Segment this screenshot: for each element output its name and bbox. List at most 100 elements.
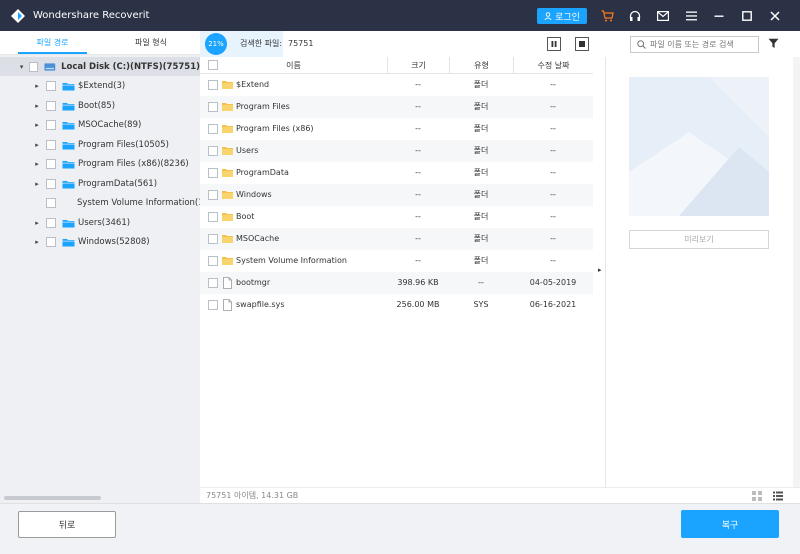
expand-icon[interactable]: ▸ xyxy=(33,238,41,246)
expand-icon[interactable]: ▸ xyxy=(33,82,41,90)
mail-icon[interactable] xyxy=(654,7,672,25)
folder-icon xyxy=(222,125,233,133)
file-name: swapfile.sys xyxy=(236,300,285,309)
preview-toggle-icon[interactable]: ▸ xyxy=(598,266,602,274)
column-header-size[interactable]: 크기 xyxy=(387,57,449,74)
tree-checkbox[interactable] xyxy=(29,61,39,72)
expand-icon[interactable]: ▸ xyxy=(33,102,41,110)
search-box[interactable] xyxy=(630,36,759,53)
tree-checkbox[interactable] xyxy=(46,217,56,228)
tab-file-type[interactable]: 파일 형식 xyxy=(115,31,187,55)
row-checkbox[interactable] xyxy=(208,212,218,222)
file-name: ProgramData xyxy=(236,168,289,177)
status-bar: 75751 아이템, 14.31 GB xyxy=(200,487,800,503)
file-size: -- xyxy=(415,212,421,221)
expand-icon[interactable]: ▸ xyxy=(33,160,41,168)
tree-node-folder[interactable]: ▸ Users(3461) xyxy=(0,213,130,232)
row-checkbox[interactable] xyxy=(208,256,218,266)
file-type: 폴더 xyxy=(473,80,489,89)
table-row[interactable]: MSOCache -- 폴더 -- xyxy=(200,228,593,250)
pause-button[interactable] xyxy=(547,37,561,51)
menu-icon[interactable] xyxy=(682,7,700,25)
table-row[interactable]: ProgramData -- 폴더 -- xyxy=(200,162,593,184)
file-size: -- xyxy=(415,168,421,177)
folder-icon xyxy=(222,213,233,221)
file-name: bootmgr xyxy=(236,278,271,287)
tree-horizontal-scrollbar[interactable] xyxy=(4,496,101,500)
progress-indicator: 21% xyxy=(205,33,227,55)
expand-icon[interactable]: ▸ xyxy=(33,121,41,129)
tree-node-folder[interactable]: System Volume Information(1) xyxy=(0,193,207,212)
tree-checkbox[interactable] xyxy=(46,139,56,150)
tree-label: Boot(85) xyxy=(78,100,116,111)
table-row[interactable]: Program Files -- 폴더 -- xyxy=(200,96,593,118)
maximize-icon[interactable] xyxy=(738,7,756,25)
tree-checkbox[interactable] xyxy=(46,80,56,91)
file-type: SYS xyxy=(473,300,489,309)
row-checkbox[interactable] xyxy=(208,234,218,244)
tree-node-local-disk[interactable]: ▾ Local Disk (C:)(NTFS)(75751) xyxy=(0,57,200,76)
stop-button[interactable] xyxy=(575,37,589,51)
grid-view-icon[interactable] xyxy=(752,491,762,501)
file-modified: -- xyxy=(550,80,556,89)
row-checkbox[interactable] xyxy=(208,278,218,288)
view-tabs: 파일 경로 파일 형식 xyxy=(0,31,200,55)
column-header-type[interactable]: 유형 xyxy=(449,57,513,74)
table-row[interactable]: $Extend -- 폴더 -- xyxy=(200,74,593,96)
tree-checkbox[interactable] xyxy=(46,236,56,247)
tree-node-folder[interactable]: ▸ MSOCache(89) xyxy=(0,115,141,134)
row-checkbox[interactable] xyxy=(208,124,218,134)
search-input[interactable] xyxy=(650,40,755,49)
login-button[interactable]: 로그인 xyxy=(537,8,587,24)
tree-checkbox[interactable] xyxy=(46,178,56,189)
row-checkbox[interactable] xyxy=(208,80,218,90)
table-row[interactable]: System Volume Information -- 폴더 -- xyxy=(200,250,593,272)
file-type: -- xyxy=(478,278,484,287)
preview-button[interactable]: 미리보기 xyxy=(629,230,769,249)
filter-icon[interactable] xyxy=(768,38,779,52)
tree-node-folder[interactable]: ▸ Program Files(10505) xyxy=(0,135,169,154)
tree-checkbox[interactable] xyxy=(46,100,56,111)
folder-icon xyxy=(62,160,75,168)
tree-label: Windows(52808) xyxy=(78,236,150,247)
tree-node-folder[interactable]: ▸ Windows(52808) xyxy=(0,232,150,251)
expand-icon[interactable]: ▸ xyxy=(33,141,41,149)
tree-node-folder[interactable]: ▸ $Extend(3) xyxy=(0,76,125,95)
table-row[interactable]: Windows -- 폴더 -- xyxy=(200,184,593,206)
close-icon[interactable] xyxy=(766,7,784,25)
back-button[interactable]: 뒤로 xyxy=(18,511,116,538)
found-files-count: 75751 xyxy=(288,39,314,48)
recover-button[interactable]: 복구 xyxy=(681,510,779,538)
table-row[interactable]: bootmgr 398.96 KB -- 04-05-2019 xyxy=(200,272,593,294)
tree-checkbox[interactable] xyxy=(46,197,56,208)
file-type: 폴더 xyxy=(473,124,489,133)
tree-node-folder[interactable]: ▸ Boot(85) xyxy=(0,96,115,115)
row-checkbox[interactable] xyxy=(208,168,218,178)
row-checkbox[interactable] xyxy=(208,146,218,156)
tree-node-folder[interactable]: ▸ ProgramData(561) xyxy=(0,174,157,193)
tree-checkbox[interactable] xyxy=(46,158,56,169)
tree-node-folder[interactable]: ▸ Program Files (x86)(8236) xyxy=(0,154,189,173)
row-checkbox[interactable] xyxy=(208,190,218,200)
table-row[interactable]: swapfile.sys 256.00 MB SYS 06-16-2021 xyxy=(200,294,593,316)
file-name: Boot xyxy=(236,212,255,221)
expand-icon[interactable]: ▸ xyxy=(33,219,41,227)
minimize-icon[interactable] xyxy=(710,7,728,25)
tree-checkbox[interactable] xyxy=(46,119,56,130)
row-checkbox[interactable] xyxy=(208,102,218,112)
vertical-scrollbar[interactable] xyxy=(793,57,800,487)
collapse-icon[interactable]: ▾ xyxy=(18,63,25,71)
list-view-icon[interactable] xyxy=(773,491,783,501)
cart-icon[interactable] xyxy=(598,7,616,25)
table-row[interactable]: Boot -- 폴더 -- xyxy=(200,206,593,228)
column-header-modified[interactable]: 수정 날짜 xyxy=(513,57,593,74)
column-header-name[interactable]: 이름 xyxy=(200,57,387,74)
table-row[interactable]: Program Files (x86) -- 폴더 -- xyxy=(200,118,593,140)
expand-icon[interactable]: ▸ xyxy=(33,180,41,188)
table-row[interactable]: Users -- 폴더 -- xyxy=(200,140,593,162)
headset-icon[interactable] xyxy=(626,7,644,25)
file-modified: -- xyxy=(550,212,556,221)
file-size: 398.96 KB xyxy=(397,278,439,287)
row-checkbox[interactable] xyxy=(208,300,218,310)
file-modified: -- xyxy=(550,190,556,199)
